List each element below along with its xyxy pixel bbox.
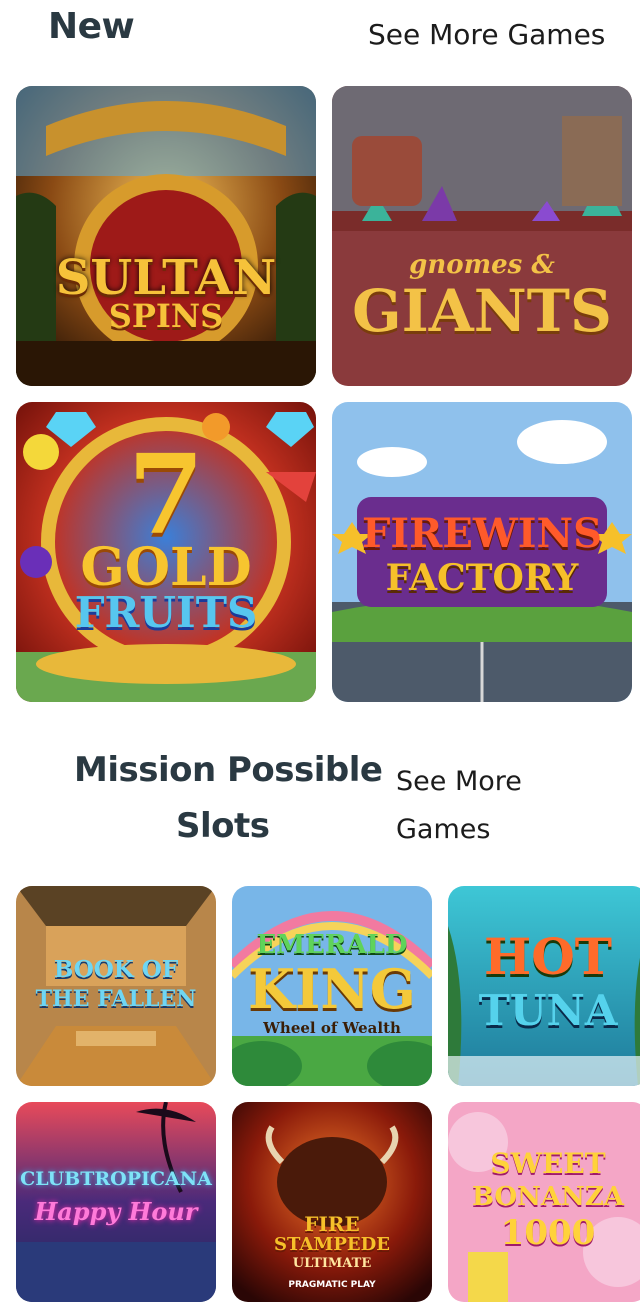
- club-tropicana-title: CLUBTROPICANA: [20, 1168, 212, 1190]
- fire-stampede-title-line2: STAMPEDE: [274, 1234, 390, 1255]
- emerald-king-title-line2: KING: [248, 957, 416, 1021]
- game-tile-hot-tuna[interactable]: HOT TUNA: [448, 886, 640, 1086]
- sultan-spins-art: [16, 86, 316, 386]
- game-tile-gnomes-giants[interactable]: gnomes & GIANTS: [332, 86, 632, 386]
- gold-fruits-seven: 7: [127, 430, 205, 559]
- sweet-bonanza-title-line3: 1000: [500, 1213, 596, 1253]
- gold-fruits-gold: GOLD: [80, 537, 252, 598]
- see-more-mission-link-line2[interactable]: Games: [396, 814, 490, 845]
- hot-tuna-title-line2: TUNA: [478, 986, 618, 1035]
- gold-fruits-fruits: FRUITS: [74, 588, 258, 637]
- sweet-bonanza-title-line1: SWEET: [490, 1147, 606, 1180]
- game-tile-emerald-king[interactable]: EMERALD KING Wheel of Wealth: [232, 886, 432, 1086]
- sultan-spins-title: SULTAN: [55, 250, 277, 306]
- firewins-title: FIREWINS: [362, 510, 602, 557]
- see-more-mission-link-line1[interactable]: See More: [396, 766, 522, 797]
- games-page: New See More Games SULTAN SPINS gnomes &…: [0, 0, 640, 1316]
- gnomes-giants-small-title: gnomes &: [409, 250, 555, 280]
- game-tile-sultan-spins[interactable]: SULTAN SPINS: [16, 86, 316, 386]
- gnomes-giants-title: GIANTS: [352, 277, 612, 345]
- game-tile-firewins-factory[interactable]: FIREWINS FACTORY: [332, 402, 632, 702]
- fire-stampede-title-line1: FIRE: [304, 1212, 360, 1236]
- fire-stampede-title-line3: ULTIMATE: [292, 1256, 372, 1271]
- book-fallen-title-line2: THE FALLEN: [35, 986, 197, 1012]
- sweet-bonanza-title-line2: BONANZA: [472, 1182, 624, 1212]
- hot-tuna-title-line1: HOT: [483, 927, 612, 986]
- game-tile-7-gold-fruits[interactable]: 7 GOLD FRUITS: [16, 402, 316, 702]
- game-tile-book-of-the-fallen[interactable]: BOOK OF THE FALLEN: [16, 886, 216, 1086]
- emerald-king-title-line1: EMERALD: [256, 930, 408, 960]
- firewins-subtitle: FACTORY: [385, 557, 579, 599]
- club-tropicana-subtitle: Happy Hour: [34, 1197, 198, 1226]
- section-title-mission-line2: Slots: [176, 806, 270, 846]
- section-title-mission-line1: Mission Possible: [74, 750, 383, 790]
- book-fallen-title-line1: BOOK OF: [53, 956, 179, 983]
- emerald-king-subtitle: Wheel of Wealth: [263, 1019, 401, 1037]
- sultan-spins-subtitle: SPINS: [108, 297, 224, 335]
- game-tile-club-tropicana[interactable]: CLUBTROPICANA Happy Hour: [16, 1102, 216, 1302]
- game-tile-sweet-bonanza-1000[interactable]: SWEET BONANZA 1000: [448, 1102, 640, 1302]
- fire-stampede-art: [232, 1102, 432, 1302]
- pragmatic-play-label: PRAGMATIC PLAY: [288, 1280, 376, 1290]
- see-more-new-link[interactable]: See More Games: [368, 18, 605, 51]
- section-title-new: New: [48, 6, 135, 47]
- game-tile-fire-stampede[interactable]: FIRE STAMPEDE ULTIMATE PRAGMATIC PLAY: [232, 1102, 432, 1302]
